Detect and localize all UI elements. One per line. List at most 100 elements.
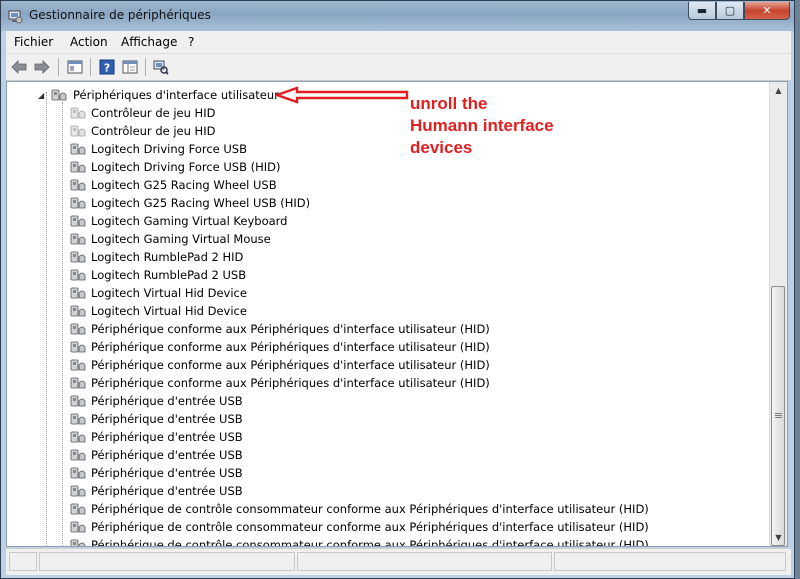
- annotation-text: unroll the Humann interface devices: [410, 93, 554, 159]
- scroll-up-arrow-icon[interactable]: ▲: [770, 82, 787, 99]
- minimize-button[interactable]: ▬: [688, 2, 716, 20]
- status-pane: [297, 552, 552, 571]
- collapse-expander-icon[interactable]: ◢: [38, 91, 44, 100]
- tree-device-item[interactable]: Périphérique d'entrée USB: [70, 464, 243, 482]
- toolbar: ?: [6, 54, 791, 81]
- hid-device-icon: [51, 89, 67, 100]
- tree-device-item[interactable]: Périphérique d'entrée USB: [70, 482, 243, 500]
- help-icon: ?: [99, 59, 115, 75]
- hid-device-icon: [70, 539, 86, 546]
- forward-button[interactable]: [33, 58, 51, 76]
- hid-device-icon: [70, 161, 86, 172]
- tree-device-label: Périphérique de contrôle consommateur co…: [91, 538, 649, 547]
- vertical-scrollbar[interactable]: ▲ ▼: [769, 82, 787, 546]
- close-button[interactable]: ✕: [744, 2, 790, 20]
- tree-device-item[interactable]: Logitech Driving Force USB (HID): [70, 158, 281, 176]
- tree-device-label: Périphérique de contrôle consommateur co…: [91, 502, 649, 516]
- scroll-down-arrow-icon[interactable]: ▼: [770, 529, 787, 546]
- console-view-icon: [122, 60, 138, 74]
- tree-device-label: Logitech Driving Force USB (HID): [91, 160, 281, 174]
- hid-device-icon: [70, 197, 86, 208]
- hid-device-icon: [70, 431, 86, 442]
- tree-device-label: Logitech RumblePad 2 USB: [91, 268, 247, 282]
- hid-device-icon: [70, 233, 86, 244]
- hid-device-icon: [70, 377, 86, 388]
- tree-device-item[interactable]: Périphérique conforme aux Périphériques …: [70, 356, 490, 374]
- tree-device-label: Périphérique d'entrée USB: [91, 430, 243, 444]
- tree-category-hid[interactable]: Périphériques d'interface utilisateur: [51, 86, 279, 104]
- menu-fichier[interactable]: Fichier: [14, 35, 53, 49]
- back-button[interactable]: [10, 58, 28, 76]
- hid-device-icon: [70, 503, 86, 514]
- forward-arrow-icon: [34, 60, 50, 74]
- tree-device-item[interactable]: Périphérique d'entrée USB: [70, 446, 243, 464]
- tree-device-label: Logitech G25 Racing Wheel USB (HID): [91, 196, 311, 210]
- tree-device-label: Contrôleur de jeu HID: [91, 106, 216, 120]
- tree-device-label: Logitech Gaming Virtual Mouse: [91, 232, 271, 246]
- tree-device-label: Logitech Gaming Virtual Keyboard: [91, 214, 288, 228]
- hid-device-icon: [70, 341, 86, 352]
- tree-device-label: Périphérique de contrôle consommateur co…: [91, 520, 649, 534]
- tree-device-item[interactable]: Logitech RumblePad 2 USB: [70, 266, 246, 284]
- tree-device-item[interactable]: Logitech Gaming Virtual Mouse: [70, 230, 271, 248]
- tree-device-item[interactable]: Périphérique d'entrée USB: [70, 392, 243, 410]
- hid-device-icon: [70, 467, 86, 478]
- tree-device-item[interactable]: Périphérique conforme aux Périphériques …: [70, 320, 490, 338]
- tree-device-label: Logitech RumblePad 2 HID: [91, 250, 244, 264]
- tree-device-item[interactable]: Périphérique d'entrée USB: [70, 428, 243, 446]
- tree-device-item[interactable]: Périphérique d'entrée USB: [70, 410, 243, 428]
- hid-device-icon: [70, 269, 86, 280]
- tree-device-label: Périphérique conforme aux Périphériques …: [91, 340, 490, 354]
- tree-device-label: Périphérique conforme aux Périphériques …: [91, 358, 490, 372]
- annotation-line: unroll the: [410, 94, 488, 113]
- properties-window-icon: [67, 60, 83, 74]
- tree-device-item[interactable]: Contrôleur de jeu HID: [70, 122, 215, 140]
- hid-device-icon: [70, 125, 86, 136]
- help-button[interactable]: ?: [98, 58, 116, 76]
- tree-device-item[interactable]: Périphérique conforme aux Périphériques …: [70, 374, 490, 392]
- status-pane: [9, 552, 37, 571]
- scan-hardware-button[interactable]: [152, 58, 170, 76]
- tree-device-item[interactable]: Logitech Virtual Hid Device: [70, 302, 247, 320]
- hid-device-icon: [70, 449, 86, 460]
- tree-device-item[interactable]: Périphérique de contrôle consommateur co…: [70, 500, 649, 518]
- tree-device-item[interactable]: Périphérique de contrôle consommateur co…: [70, 536, 649, 547]
- maximize-icon: ▢: [724, 4, 736, 17]
- tree-device-item[interactable]: Logitech G25 Racing Wheel USB (HID): [70, 194, 310, 212]
- hid-device-icon: [70, 143, 86, 154]
- menu-action[interactable]: Action: [70, 35, 108, 49]
- maximize-button[interactable]: ▢: [716, 2, 744, 20]
- hid-device-icon: [70, 395, 86, 406]
- menu-affichage[interactable]: Affichage: [121, 35, 177, 49]
- tree-device-item[interactable]: Logitech G25 Racing Wheel USB: [70, 176, 277, 194]
- tree-device-item[interactable]: Contrôleur de jeu HID: [70, 104, 215, 122]
- tree-device-item[interactable]: Logitech Driving Force USB: [70, 140, 247, 158]
- tree-device-item[interactable]: Périphérique conforme aux Périphériques …: [70, 338, 490, 356]
- hid-device-icon: [70, 251, 86, 262]
- tree-category-label: Périphériques d'interface utilisateur: [73, 88, 279, 102]
- hid-device-icon: [70, 485, 86, 496]
- tree-device-label: Logitech Virtual Hid Device: [91, 304, 247, 318]
- scan-hardware-icon: [153, 60, 169, 75]
- toolbar-separator: [90, 58, 91, 76]
- device-manager-icon: [8, 10, 23, 24]
- tree-device-label: Logitech G25 Racing Wheel USB: [91, 178, 277, 192]
- hid-device-icon: [70, 305, 86, 316]
- hid-device-icon: [70, 287, 86, 298]
- device-tree-pane[interactable]: ◢ Périphériques d'interface utilisateur …: [6, 81, 788, 547]
- tree-device-label: Contrôleur de jeu HID: [91, 124, 216, 138]
- menu-help[interactable]: ?: [188, 35, 194, 49]
- tree-device-item[interactable]: Logitech Gaming Virtual Keyboard: [70, 212, 287, 230]
- annotation-line: Humann interface: [410, 116, 554, 135]
- hid-device-icon: [70, 215, 86, 226]
- tree-device-item[interactable]: Périphérique de contrôle consommateur co…: [70, 518, 649, 536]
- scrollbar-thumb[interactable]: [771, 286, 785, 546]
- status-pane: [554, 552, 786, 571]
- tree-device-label: Périphérique d'entrée USB: [91, 466, 243, 480]
- properties-button[interactable]: [66, 58, 84, 76]
- title-bar[interactable]: Gestionnaire de périphériques ▬ ▢ ✕: [1, 1, 794, 31]
- tree-device-item[interactable]: Logitech RumblePad 2 HID: [70, 248, 243, 266]
- console-view-button[interactable]: [121, 58, 139, 76]
- tree-device-item[interactable]: Logitech Virtual Hid Device: [70, 284, 247, 302]
- hid-device-icon: [70, 359, 86, 370]
